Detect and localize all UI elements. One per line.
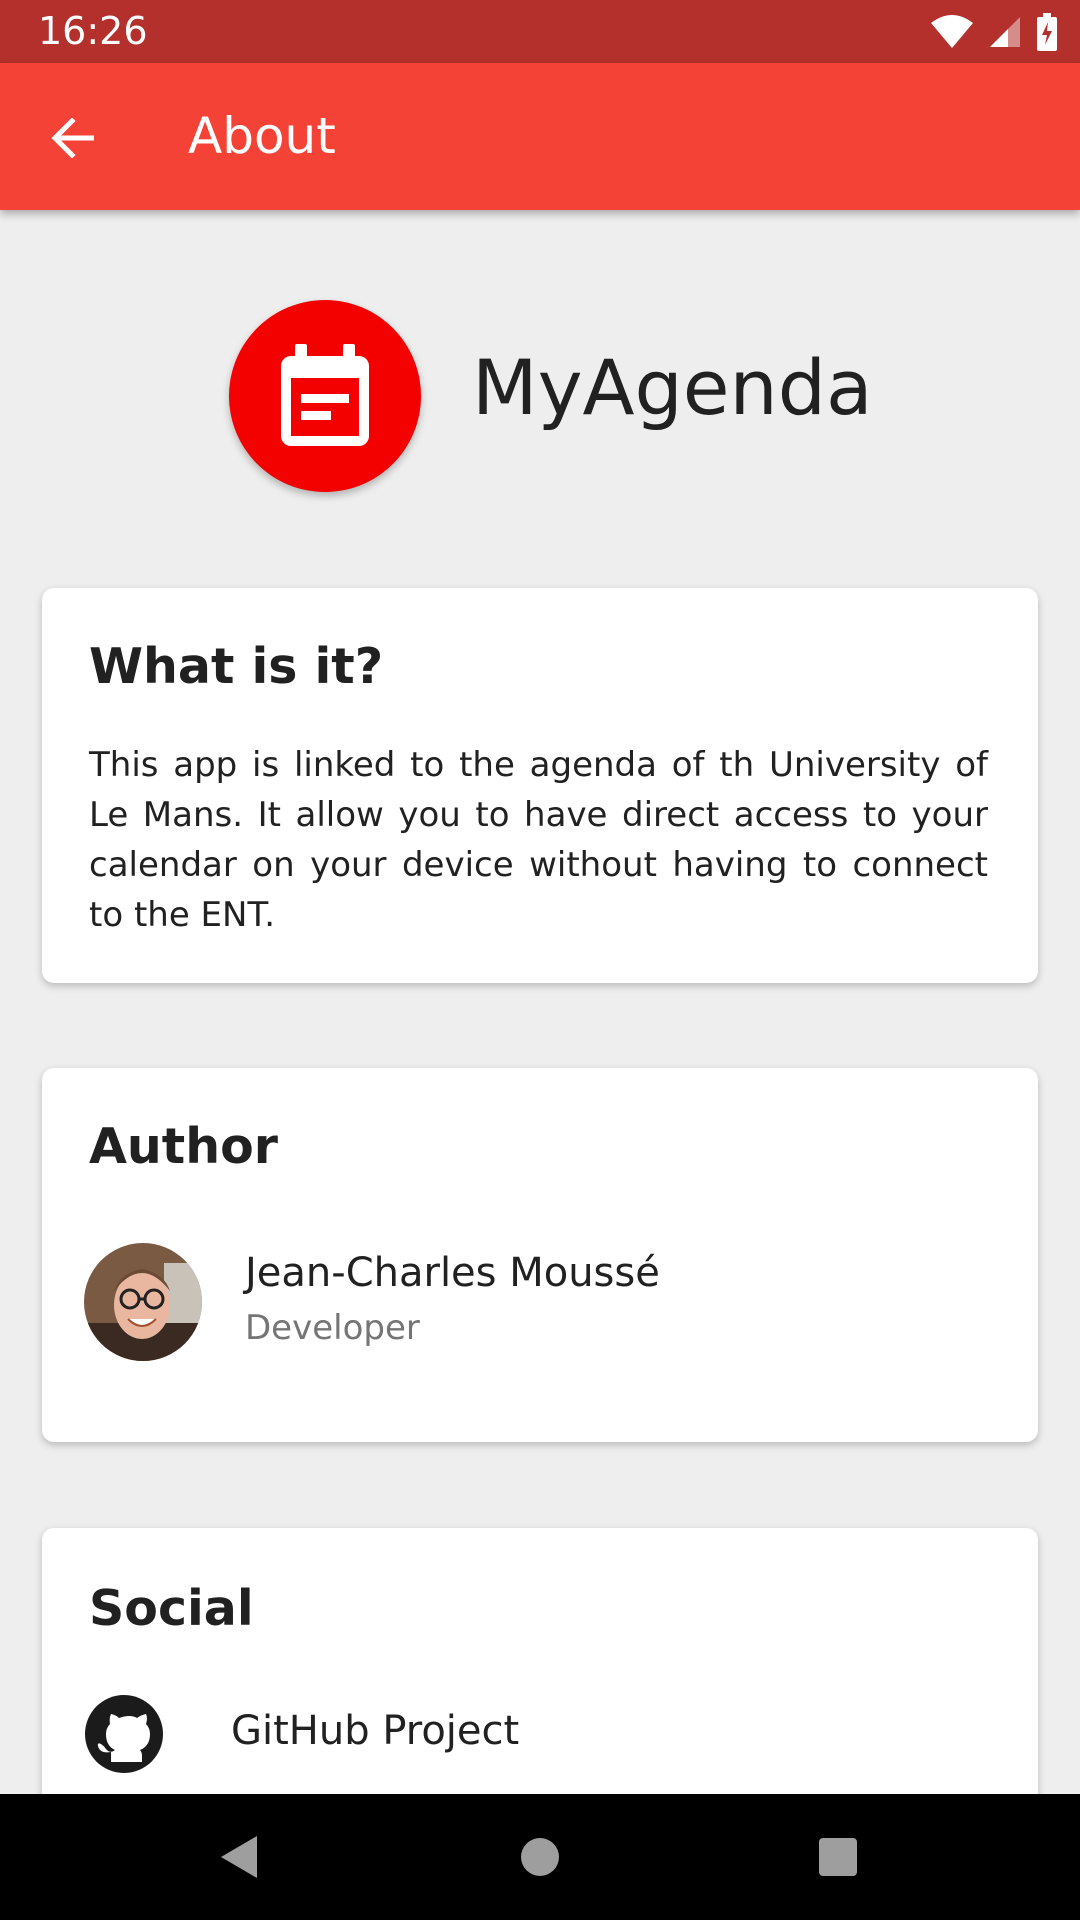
github-icon bbox=[85, 1695, 163, 1773]
battery-charging-icon bbox=[1037, 13, 1057, 51]
author-name: Jean-Charles Moussé bbox=[245, 1250, 660, 1296]
status-bar: 16:26 bbox=[0, 0, 1080, 63]
home-circle-icon bbox=[521, 1838, 559, 1876]
author-card: Author Jean-Charles Moussé Developer bbox=[42, 1068, 1038, 1442]
back-triangle-icon bbox=[221, 1836, 257, 1878]
social-card-title: Social bbox=[89, 1580, 254, 1637]
cell-signal-icon bbox=[990, 17, 1020, 47]
app-header: MyAgenda bbox=[0, 300, 1080, 500]
app-toolbar: About bbox=[0, 63, 1080, 210]
app-logo bbox=[229, 300, 421, 492]
app-name: MyAgenda bbox=[472, 343, 873, 432]
author-card-title: Author bbox=[89, 1118, 278, 1175]
status-icons bbox=[930, 10, 1058, 54]
about-card: What is it? This app is linked to the ag… bbox=[42, 588, 1038, 983]
author-role: Developer bbox=[245, 1308, 420, 1348]
system-nav-bar bbox=[0, 1794, 1080, 1920]
nav-home-button[interactable] bbox=[517, 1834, 563, 1880]
about-card-description: This app is linked to the agenda of th U… bbox=[89, 745, 988, 935]
arrow-back-icon bbox=[51, 118, 94, 158]
back-button[interactable] bbox=[40, 105, 106, 171]
calendar-icon bbox=[281, 344, 369, 446]
wifi-icon bbox=[931, 15, 973, 48]
status-time: 16:26 bbox=[38, 9, 148, 53]
avatar bbox=[84, 1243, 202, 1361]
social-item-label: GitHub Project bbox=[231, 1708, 520, 1754]
nav-recents-button[interactable] bbox=[815, 1834, 861, 1880]
about-card-title: What is it? bbox=[89, 638, 384, 695]
recents-square-icon bbox=[819, 1838, 857, 1876]
nav-back-button[interactable] bbox=[215, 1834, 261, 1880]
page-title: About bbox=[188, 107, 336, 165]
github-project-link[interactable]: GitHub Project bbox=[42, 1688, 1038, 1788]
